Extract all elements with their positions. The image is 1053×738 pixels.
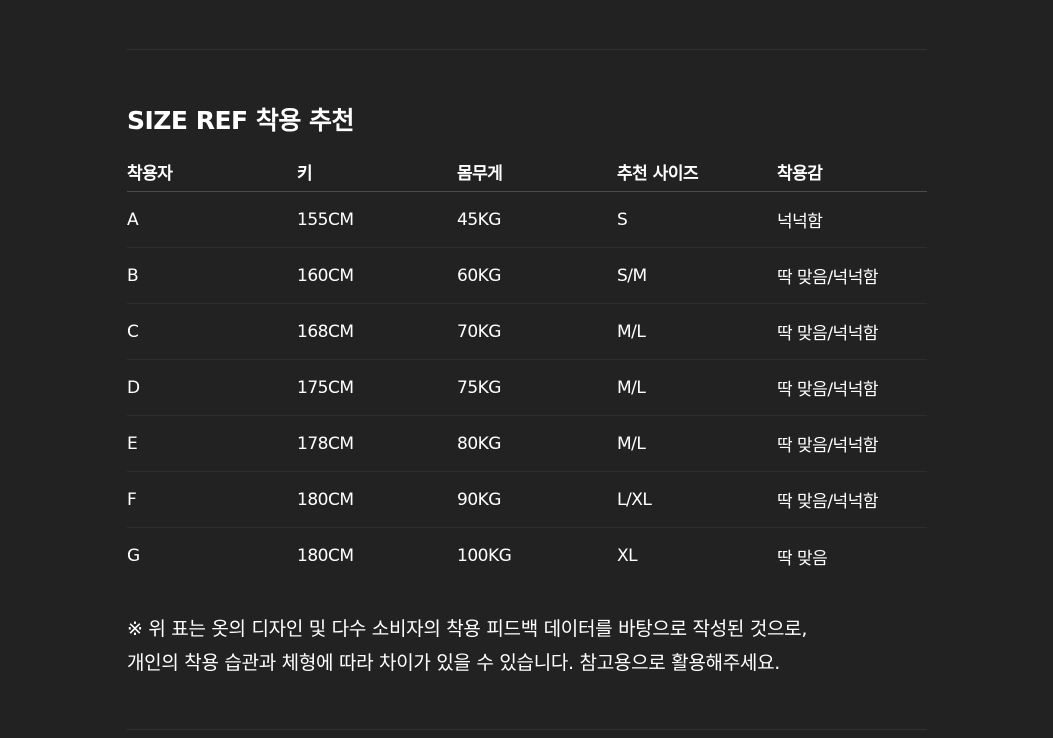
cell-weight: 75KG	[457, 377, 501, 398]
cell-wearer: D	[127, 377, 140, 398]
table-row: F 180CM 90KG L/XL 딱 맞음/넉넉함	[127, 472, 927, 528]
note-line-2: 개인의 착용 습관과 체형에 따라 차이가 있을 수 있습니다. 참고용으로 활…	[127, 652, 780, 674]
section-title: SIZE REF 착용 추천	[127, 106, 355, 135]
cell-wearer: C	[127, 321, 139, 342]
cell-fit: 딱 맞음	[777, 548, 828, 569]
cell-size: XL	[617, 546, 638, 566]
cell-size: M/L	[617, 433, 646, 454]
size-table: 착용자 키 몸무게 추천 사이즈 착용감 A 155CM 45KG S 넉넉함 …	[127, 154, 927, 584]
cell-fit: 딱 맞음/넉넉함	[777, 492, 878, 512]
cell-height: 168CM	[297, 321, 354, 342]
cell-weight: 90KG	[457, 489, 501, 510]
bottom-divider	[127, 729, 927, 730]
cell-height: 180CM	[297, 489, 354, 510]
cell-wearer: E	[127, 433, 138, 454]
header-recommended-size: 추천 사이즈	[617, 164, 699, 184]
table-row: G 180CM 100KG XL 딱 맞음	[127, 528, 927, 584]
top-divider	[127, 49, 927, 50]
cell-wearer: B	[127, 265, 139, 286]
cell-wearer: G	[127, 546, 140, 566]
table-row: A 155CM 45KG S 넉넉함	[127, 192, 927, 248]
table-row: E 178CM 80KG M/L 딱 맞음/넉넉함	[127, 416, 927, 472]
cell-height: 180CM	[297, 546, 354, 566]
cell-size: M/L	[617, 321, 646, 342]
cell-height: 178CM	[297, 433, 354, 454]
cell-size: S/M	[617, 265, 647, 286]
cell-weight: 100KG	[457, 546, 512, 566]
cell-fit: 딱 맞음/넉넉함	[777, 436, 878, 456]
header-weight: 몸무게	[457, 164, 503, 184]
header-wearer: 착용자	[127, 164, 173, 184]
cell-size: M/L	[617, 377, 646, 398]
cell-height: 175CM	[297, 377, 354, 398]
header-fit: 착용감	[777, 164, 823, 184]
cell-height: 160CM	[297, 265, 354, 286]
table-header-row: 착용자 키 몸무게 추천 사이즈 착용감	[127, 154, 927, 192]
cell-size: L/XL	[617, 489, 652, 510]
size-note: ※ 위 표는 옷의 디자인 및 다수 소비자의 착용 피드백 데이터를 바탕으로…	[127, 612, 927, 680]
cell-height: 155CM	[297, 209, 354, 230]
cell-weight: 45KG	[457, 209, 501, 230]
cell-wearer: A	[127, 209, 139, 230]
cell-size: S	[617, 209, 628, 230]
table-row: D 175CM 75KG M/L 딱 맞음/넉넉함	[127, 360, 927, 416]
cell-weight: 70KG	[457, 321, 501, 342]
cell-fit: 딱 맞음/넉넉함	[777, 268, 878, 288]
note-line-1: ※ 위 표는 옷의 디자인 및 다수 소비자의 착용 피드백 데이터를 바탕으로…	[127, 618, 808, 640]
cell-weight: 60KG	[457, 265, 501, 286]
cell-fit: 넉넉함	[777, 212, 823, 232]
cell-wearer: F	[127, 489, 137, 510]
header-height: 키	[297, 164, 313, 184]
table-row: B 160CM 60KG S/M 딱 맞음/넉넉함	[127, 248, 927, 304]
cell-fit: 딱 맞음/넉넉함	[777, 324, 878, 344]
table-row: C 168CM 70KG M/L 딱 맞음/넉넉함	[127, 304, 927, 360]
cell-weight: 80KG	[457, 433, 501, 454]
cell-fit: 딱 맞음/넉넉함	[777, 380, 878, 400]
